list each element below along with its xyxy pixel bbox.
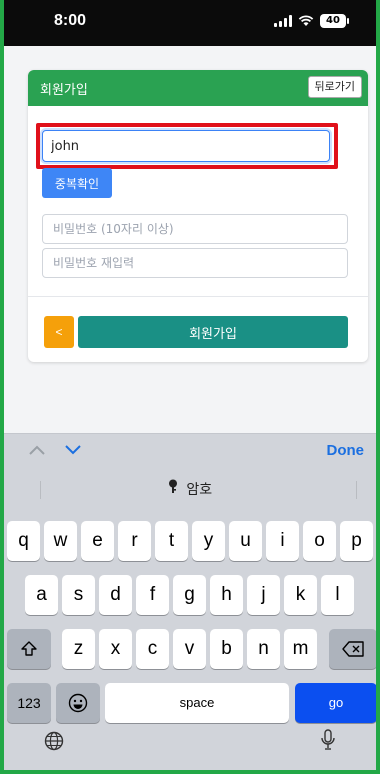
chevron-up-icon[interactable]	[28, 444, 46, 456]
shift-key[interactable]	[7, 629, 51, 669]
key-m[interactable]: m	[284, 629, 317, 669]
key-f[interactable]: f	[136, 575, 169, 615]
card-title: 회원가입	[40, 83, 88, 98]
prev-button[interactable]: <	[44, 316, 74, 348]
key-j[interactable]: j	[247, 575, 280, 615]
key-z[interactable]: z	[62, 629, 95, 669]
key-b[interactable]: b	[210, 629, 243, 669]
globe-icon[interactable]	[44, 731, 64, 756]
phone-frame: 8:00 40 회원가입 뒤로가기 중복확인 <	[0, 0, 380, 774]
key-x[interactable]: x	[99, 629, 132, 669]
go-key[interactable]: go	[295, 683, 376, 723]
emoji-icon	[68, 693, 88, 713]
keyboard: 암호 q w e r t y u i o p a s d f g h j k l z x c v b n m 123 space go	[4, 467, 376, 770]
space-key[interactable]: space	[105, 683, 289, 723]
password-input[interactable]	[42, 214, 348, 244]
key-c[interactable]: c	[136, 629, 169, 669]
numbers-key[interactable]: 123	[7, 683, 51, 723]
key-l[interactable]: l	[321, 575, 354, 615]
key-e[interactable]: e	[81, 521, 114, 561]
divider	[28, 296, 368, 297]
key-d[interactable]: d	[99, 575, 132, 615]
status-bar: 8:00 40	[4, 0, 376, 46]
battery-icon: 40	[320, 14, 349, 28]
key-v[interactable]: v	[173, 629, 206, 669]
signal-icon	[274, 15, 292, 27]
wifi-icon	[298, 15, 314, 26]
suggestion-label: 암호	[186, 482, 213, 498]
microphone-icon[interactable]	[320, 729, 336, 755]
password-confirm-input[interactable]	[42, 248, 348, 278]
key-h[interactable]: h	[210, 575, 243, 615]
key-y[interactable]: y	[192, 521, 225, 561]
duplicate-check-button[interactable]: 중복확인	[42, 168, 112, 198]
key-s[interactable]: s	[62, 575, 95, 615]
signup-button[interactable]: 회원가입	[78, 316, 348, 348]
back-button[interactable]: 뒤로가기	[307, 76, 362, 98]
shift-icon	[21, 641, 37, 656]
card-header: 회원가입 뒤로가기	[28, 70, 368, 106]
key-w[interactable]: w	[44, 521, 77, 561]
signup-card: 회원가입 뒤로가기 중복확인 < 회원가입	[28, 70, 368, 362]
key-t[interactable]: t	[155, 521, 188, 561]
key-a[interactable]: a	[25, 575, 58, 615]
key-k[interactable]: k	[284, 575, 317, 615]
key-o[interactable]: o	[303, 521, 336, 561]
status-time: 8:00	[54, 12, 87, 29]
username-input[interactable]	[42, 130, 330, 162]
backspace-icon	[342, 641, 364, 657]
suggestion-bar: 암호	[4, 467, 376, 511]
key-n[interactable]: n	[247, 629, 280, 669]
key-r[interactable]: r	[118, 521, 151, 561]
key-icon	[168, 479, 177, 493]
emoji-key[interactable]	[56, 683, 100, 723]
done-button[interactable]: Done	[327, 442, 365, 459]
key-g[interactable]: g	[173, 575, 206, 615]
keyboard-toolbar: Done	[4, 433, 376, 467]
password-suggestion[interactable]: 암호	[4, 479, 376, 499]
key-u[interactable]: u	[229, 521, 262, 561]
web-content: 회원가입 뒤로가기 중복확인 < 회원가입	[4, 46, 376, 433]
key-p[interactable]: p	[340, 521, 373, 561]
key-q[interactable]: q	[7, 521, 40, 561]
chevron-down-icon[interactable]	[64, 444, 82, 456]
status-indicators: 40	[274, 14, 349, 28]
key-i[interactable]: i	[266, 521, 299, 561]
delete-key[interactable]	[329, 629, 376, 669]
